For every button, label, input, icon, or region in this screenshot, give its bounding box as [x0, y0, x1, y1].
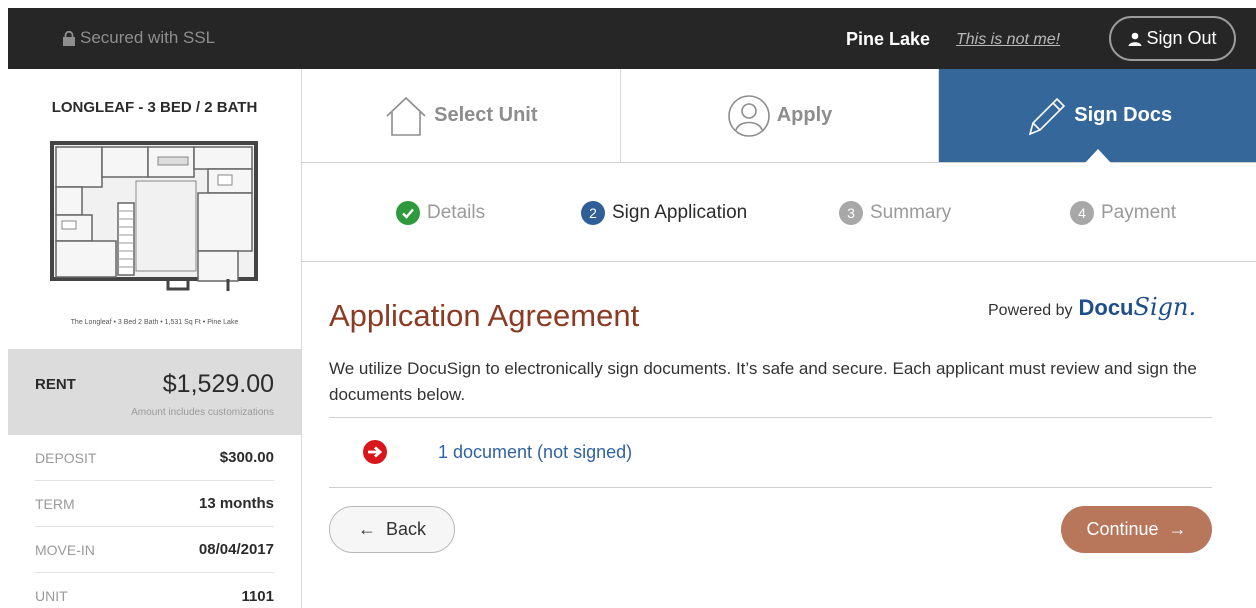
- detail-value: 1101: [241, 587, 274, 605]
- top-bar: Secured with SSL Pine Lake This is not m…: [8, 8, 1256, 69]
- sign-out-label: Sign Out: [1146, 28, 1217, 48]
- unit-summary-sidebar: LONGLEAF - 3 BED / 2 BATH The Longleaf •…: [8, 69, 301, 608]
- back-label: Back: [385, 519, 427, 539]
- rent-summary: RENT $1,529.00 Amount includes customiza…: [8, 349, 301, 435]
- powered-by-docusign: Powered by DocuSign.: [988, 293, 1196, 321]
- divider: [329, 417, 1212, 418]
- lock-icon: [63, 30, 75, 46]
- substep-details[interactable]: Details: [396, 201, 485, 225]
- detail-label: UNIT: [35, 588, 68, 604]
- ssl-indicator: Secured with SSL: [62, 28, 215, 48]
- house-icon: [386, 96, 426, 136]
- detail-label: TERM: [35, 495, 75, 512]
- tab-label: Apply: [776, 104, 833, 126]
- step-number-badge: 2: [581, 201, 605, 225]
- tab-sign-docs[interactable]: Sign Docs: [939, 69, 1256, 163]
- detail-row-move-in: MOVE-IN 08/04/2017: [35, 527, 274, 573]
- tab-label: Sign Docs: [1074, 104, 1173, 126]
- detail-row-term: TERM 13 months: [35, 481, 274, 527]
- substep-payment[interactable]: 4 Payment: [1070, 201, 1176, 225]
- substep-sign-application[interactable]: 2 Sign Application: [581, 201, 747, 225]
- unit-title: LONGLEAF - 3 BED / 2 BATH: [51, 99, 258, 116]
- arrow-right-icon: →: [1168, 519, 1187, 539]
- arrow-left-icon: ←: [357, 519, 376, 539]
- detail-label: MOVE-IN: [35, 541, 95, 558]
- arrow-alert-icon: [363, 440, 387, 464]
- not-me-link[interactable]: This is not me!: [956, 31, 1060, 49]
- step-number-badge: 3: [839, 201, 863, 225]
- detail-value: $300.00: [219, 449, 274, 466]
- document-row: 1 document (not signed): [362, 439, 632, 465]
- detail-row-unit: UNIT 1101: [35, 573, 274, 608]
- tab-label: Select Unit: [434, 104, 538, 126]
- back-button[interactable]: ← Back: [329, 506, 455, 553]
- pencil-icon: [1029, 97, 1066, 135]
- floorplan-caption: The Longleaf • 3 Bed 2 Bath • 1,531 Sq F…: [70, 319, 239, 326]
- rent-label: RENT: [35, 376, 76, 393]
- detail-label: DEPOSIT: [35, 449, 97, 466]
- sub-steps: Details 2 Sign Application 3 Summary 4 P…: [302, 163, 1256, 262]
- substep-summary[interactable]: 3 Summary: [839, 201, 951, 225]
- substep-label: Payment: [1101, 202, 1176, 223]
- powered-by-label: Powered by: [988, 302, 1073, 319]
- document-link[interactable]: 1 document (not signed): [438, 442, 632, 463]
- step-number-badge: 4: [1070, 201, 1094, 225]
- detail-row-deposit: DEPOSIT $300.00: [35, 435, 274, 481]
- person-icon: [727, 94, 770, 137]
- continue-button[interactable]: Continue →: [1061, 506, 1212, 553]
- rent-note: Amount includes customizations: [131, 407, 274, 418]
- step-tabs: Select Unit Apply Sign Docs: [302, 69, 1256, 163]
- check-icon: [396, 201, 420, 225]
- intro-text: We utilize DocuSign to electronically si…: [329, 359, 1197, 404]
- detail-value: 13 months: [198, 495, 274, 512]
- substep-label: Sign Application: [612, 202, 748, 223]
- continue-label: Continue: [1086, 519, 1159, 539]
- tab-apply[interactable]: Apply: [621, 69, 940, 162]
- main-content: Select Unit Apply Sign Docs Details 2 Si…: [301, 69, 1256, 608]
- tab-select-unit[interactable]: Select Unit: [302, 69, 621, 162]
- user-name: Pine Lake: [846, 29, 931, 49]
- divider: [329, 487, 1212, 488]
- floorplan-image: [50, 141, 258, 291]
- docusign-logo: DocuSign.: [1078, 293, 1197, 321]
- ssl-label: Secured with SSL: [80, 28, 216, 47]
- sign-out-button[interactable]: Sign Out: [1109, 16, 1236, 61]
- substep-label: Summary: [870, 202, 952, 223]
- substep-label: Details: [427, 202, 486, 223]
- rent-value: $1,529.00: [162, 370, 274, 398]
- detail-value: 08/04/2017: [198, 541, 274, 558]
- active-tab-pointer: [1085, 149, 1112, 163]
- page-title: Application Agreement: [329, 298, 640, 333]
- user-icon: [1128, 32, 1142, 46]
